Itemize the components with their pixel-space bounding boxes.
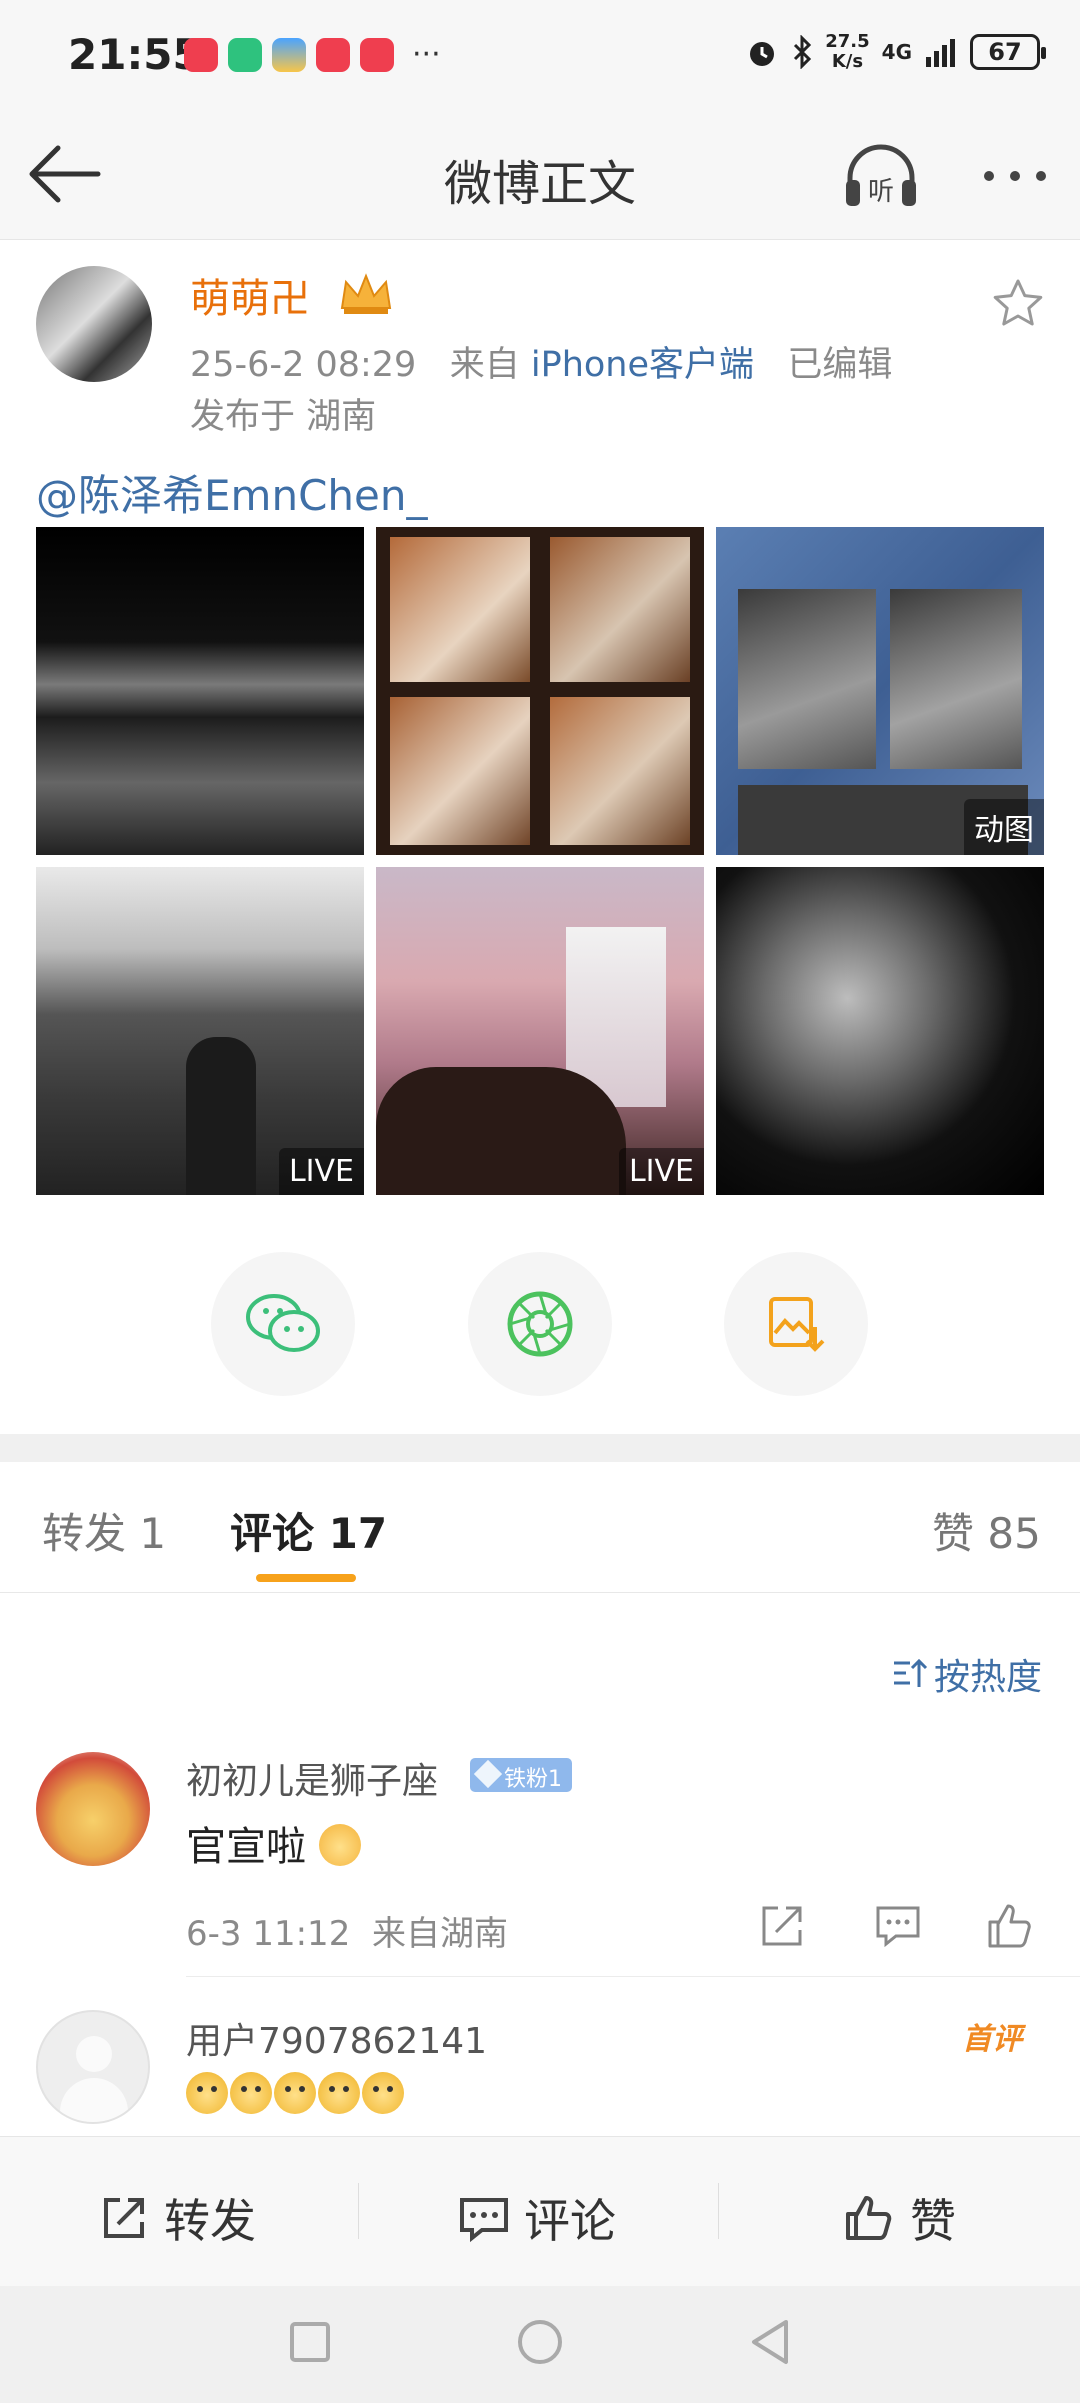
listen-button[interactable]: 听 <box>840 140 922 212</box>
post-photo-4[interactable]: LIVE <box>36 867 364 1195</box>
like-icon <box>846 2196 892 2240</box>
status-bar: 21:55 ··· 27.5 K/s 4G 67 <box>0 0 1080 110</box>
post-location: 发布于 湖南 <box>190 397 377 437</box>
doge-emoji-icon <box>230 2072 272 2114</box>
network-speed: 27.5 K/s <box>825 31 870 72</box>
sort-icon <box>893 1658 928 1687</box>
tab-comments[interactable]: 评论 17 <box>230 1500 387 1561</box>
app-notification-icon <box>272 38 306 72</box>
comment-meta: 6-3 11:12 来自湖南 <box>186 1914 508 1954</box>
first-comment-badge: 首评 <box>962 2022 1022 2057</box>
top-nav-bar: 微博正文 听 <box>0 110 1080 240</box>
save-image-button[interactable] <box>724 1252 868 1396</box>
commenter-avatar[interactable] <box>36 2010 150 2124</box>
repost-label: 转发 <box>164 2194 256 2248</box>
fan-level-badge: 铁粉1 <box>470 1758 572 1792</box>
post-source[interactable]: iPhone客户端 <box>531 345 754 385</box>
comment-divider <box>186 1976 1080 1977</box>
svg-text:听: 听 <box>868 177 894 207</box>
status-time: 21:55 <box>68 30 202 79</box>
app-notification-icon <box>360 38 394 72</box>
app-notification-icon <box>184 38 218 72</box>
repost-icon <box>104 2198 144 2238</box>
status-right: 27.5 K/s 4G 67 <box>745 31 1046 72</box>
tab-active-indicator <box>256 1574 356 1582</box>
save-image-icon <box>769 1297 825 1352</box>
status-notification-icons: ··· <box>184 38 441 72</box>
recent-apps-icon[interactable] <box>282 2314 338 2370</box>
photo-badge: LIVE <box>618 1148 704 1195</box>
doge-emoji-icon <box>186 2072 228 2114</box>
commenter-name[interactable]: 用户7907862141 <box>186 2012 487 2064</box>
author-name[interactable]: 萌萌卍 <box>190 266 310 324</box>
crying-emoji-icon <box>318 1824 361 1866</box>
sort-label: 按热度 <box>933 1657 1042 1698</box>
doge-emoji-icon <box>362 2072 404 2114</box>
post-photo-2[interactable] <box>376 527 704 855</box>
share-moments-button[interactable] <box>468 1252 612 1396</box>
author-avatar[interactable] <box>36 266 152 382</box>
post-meta: 25-6-2 08:29 来自 iPhone客户端 已编辑 <box>190 336 892 387</box>
comment-like-icon[interactable] <box>984 1900 1036 1952</box>
favorite-star-icon[interactable] <box>990 276 1046 332</box>
more-notifications-icon: ··· <box>412 37 441 72</box>
system-navigation-bar <box>0 2286 1080 2403</box>
doge-emoji-icon <box>318 2072 360 2114</box>
action-divider <box>358 2183 359 2239</box>
bluetooth-icon <box>794 35 812 69</box>
diamond-icon <box>473 1759 503 1789</box>
post-date: 25-6-2 08:29 <box>190 345 417 385</box>
commenter-name[interactable]: 初初儿是狮子座 <box>186 1752 438 1804</box>
tab-repost[interactable]: 转发 1 <box>42 1500 166 1561</box>
network-type: 4G <box>881 40 912 64</box>
post-from-label: 来自 <box>449 345 520 385</box>
headphones-icon: 听 <box>846 144 916 207</box>
comment-text: 官宣啦 <box>186 1814 361 1872</box>
vip-crown-icon <box>340 273 392 314</box>
back-triangle-icon[interactable] <box>742 2314 798 2370</box>
more-options-icon[interactable] <box>975 140 1055 212</box>
action-divider <box>718 2183 719 2239</box>
moments-icon <box>507 1291 573 1357</box>
wechat-icon <box>246 1294 320 1352</box>
alarm-icon <box>750 42 775 66</box>
comment-repost-icon[interactable] <box>756 1900 808 1952</box>
battery-indicator: 67 <box>970 34 1046 70</box>
section-divider <box>0 1434 1080 1462</box>
tab-likes[interactable]: 赞 85 <box>932 1500 1041 1561</box>
share-wechat-button[interactable] <box>211 1252 355 1396</box>
tab-divider <box>0 1592 1080 1593</box>
commenter-avatar[interactable] <box>36 1752 150 1866</box>
app-notification-icon <box>228 38 262 72</box>
repost-button[interactable]: 转发 <box>98 2185 256 2251</box>
like-button[interactable]: 赞 <box>844 2185 956 2251</box>
comment-icon <box>460 2198 508 2243</box>
bottom-action-bar: 转发 评论 赞 <box>0 2136 1080 2286</box>
photo-badge: LIVE <box>278 1148 364 1195</box>
app-notification-icon <box>316 38 350 72</box>
doge-emoji-icon <box>274 2072 316 2114</box>
home-icon[interactable] <box>512 2314 568 2370</box>
comment-reply-icon[interactable] <box>872 1900 924 1952</box>
post-edited[interactable]: 已编辑 <box>787 345 892 385</box>
post-photo-3[interactable]: 动图 <box>716 527 1044 855</box>
signal-icon <box>926 39 955 67</box>
post-photo-6[interactable] <box>716 867 1044 1195</box>
post-photo-1[interactable] <box>36 527 364 855</box>
mention-link[interactable]: @陈泽希EmnChen_ <box>36 462 427 523</box>
post-photo-5[interactable]: LIVE <box>376 867 704 1195</box>
photo-badge: 动图 <box>964 799 1044 855</box>
comment-label: 评论 <box>524 2194 616 2248</box>
like-label: 赞 <box>910 2194 956 2248</box>
comment-button[interactable]: 评论 <box>458 2185 616 2251</box>
sort-by-hot-button[interactable]: 按热度 <box>892 1648 1042 1700</box>
